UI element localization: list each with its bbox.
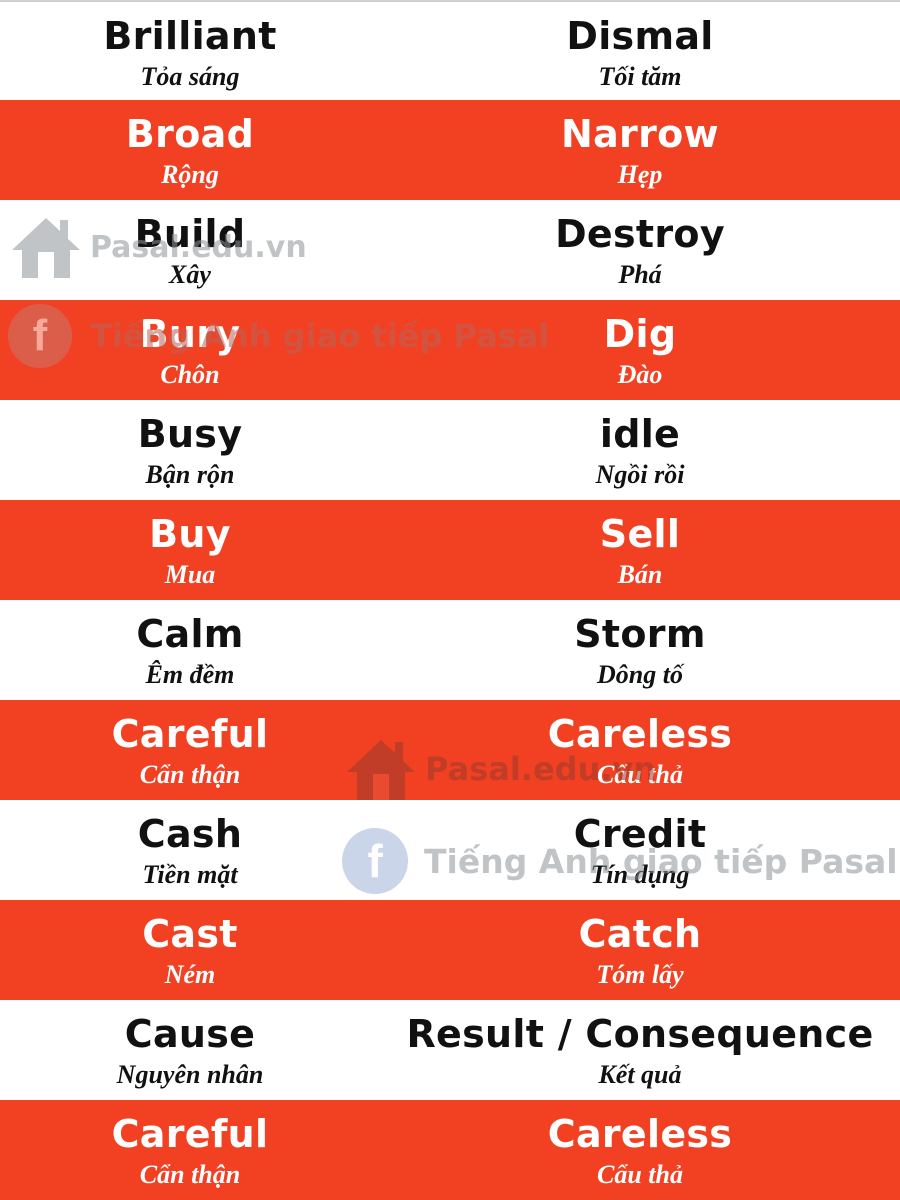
left-vietnamese-meaning: Bận rộn — [145, 460, 235, 489]
right-cell: Sell Bán — [380, 500, 900, 600]
right-vietnamese-meaning: Đào — [617, 360, 663, 389]
right-cell: Dig Đào — [380, 300, 900, 400]
right-cell: Result / Consequence Kết quả — [380, 1000, 900, 1100]
left-english-word: Build — [134, 212, 246, 256]
right-english-word: Dismal — [566, 14, 714, 58]
left-cell: Calm Êm đềm — [0, 600, 380, 700]
right-cell: Careless Cẩu thả — [380, 1100, 900, 1200]
right-vietnamese-meaning: Dông tố — [597, 660, 683, 689]
left-english-word: Bury — [139, 312, 241, 356]
right-vietnamese-meaning: Tóm lấy — [596, 960, 684, 989]
right-vietnamese-meaning: Tín dụng — [590, 860, 690, 889]
left-cell: Cash Tiền mặt — [0, 800, 380, 900]
vocab-row: Build Xây Destroy Phá — [0, 200, 900, 300]
vocab-row: Cast Ném Catch Tóm lấy — [0, 900, 900, 1000]
right-english-word: Careless — [547, 712, 733, 756]
left-vietnamese-meaning: Cẩn thận — [139, 760, 241, 789]
vocab-row: Cause Nguyên nhân Result / Consequence Kết … — [0, 1000, 900, 1100]
vocab-row: Buy Mua Sell Bán — [0, 500, 900, 600]
right-english-word: Dig — [603, 312, 677, 356]
vocab-row: Bury Chôn Dig Đào — [0, 300, 900, 400]
right-cell: Dismal Tối tăm — [380, 2, 900, 102]
right-english-word: Destroy — [555, 212, 725, 256]
right-vietnamese-meaning: Bán — [617, 560, 663, 589]
left-cell: Busy Bận rộn — [0, 400, 380, 500]
right-english-word: Result / Consequence — [406, 1012, 874, 1056]
vocab-row: Careful Cẩn thận Careless Cẩu thả — [0, 1100, 900, 1200]
left-english-word: Cast — [142, 912, 238, 956]
left-vietnamese-meaning: Tỏa sáng — [140, 62, 240, 91]
left-vietnamese-meaning: Êm đềm — [145, 660, 235, 689]
vocab-row: Cash Tiền mặt Credit Tín dụng — [0, 800, 900, 900]
vocab-row: Careful Cẩn thận Careless Cẩu thả — [0, 700, 900, 800]
vocab-row: Calm Êm đềm Storm Dông tố — [0, 600, 900, 700]
vocab-row: Brilliant Tỏa sáng Dismal Tối tăm — [0, 0, 900, 100]
right-cell: Credit Tín dụng — [380, 800, 900, 900]
left-cell: Bury Chôn — [0, 300, 380, 400]
vocab-row: Busy Bận rộn idle Ngồi rồi — [0, 400, 900, 500]
right-cell: Narrow Hẹp — [380, 100, 900, 200]
left-cell: Build Xây — [0, 200, 380, 300]
right-vietnamese-meaning: Cẩu thả — [597, 1160, 683, 1189]
left-cell: Brilliant Tỏa sáng — [0, 2, 380, 102]
right-vietnamese-meaning: Tối tăm — [598, 62, 682, 91]
right-cell: Catch Tóm lấy — [380, 900, 900, 1000]
left-cell: Careful Cẩn thận — [0, 1100, 380, 1200]
vocab-row: Broad Rộng Narrow Hẹp — [0, 100, 900, 200]
left-cell: Buy Mua — [0, 500, 380, 600]
left-vietnamese-meaning: Cẩn thận — [139, 1160, 241, 1189]
right-cell: Storm Dông tố — [380, 600, 900, 700]
right-english-word: Narrow — [561, 112, 719, 156]
left-vietnamese-meaning: Rộng — [161, 160, 219, 189]
left-vietnamese-meaning: Tiền mặt — [142, 860, 238, 889]
right-english-word: idle — [599, 412, 681, 456]
left-english-word: Calm — [136, 612, 244, 656]
left-vietnamese-meaning: Nguyên nhân — [116, 1060, 264, 1089]
left-vietnamese-meaning: Mua — [164, 560, 216, 589]
left-english-word: Broad — [125, 112, 255, 156]
left-english-word: Buy — [149, 512, 231, 556]
left-cell: Cause Nguyên nhân — [0, 1000, 380, 1100]
right-cell: Destroy Phá — [380, 200, 900, 300]
vocabulary-table: Brilliant Tỏa sáng Dismal Tối tăm Broad Rộng N… — [0, 0, 900, 1200]
left-cell: Cast Ném — [0, 900, 380, 1000]
right-cell: Careless Cẩu thả — [380, 700, 900, 800]
left-cell: Careful Cẩn thận — [0, 700, 380, 800]
left-vietnamese-meaning: Chôn — [160, 360, 220, 389]
right-english-word: Storm — [574, 612, 706, 656]
right-english-word: Catch — [578, 912, 702, 956]
right-vietnamese-meaning: Cẩu thả — [597, 760, 683, 789]
left-english-word: Cash — [137, 812, 243, 856]
left-english-word: Cause — [124, 1012, 256, 1056]
left-english-word: Careful — [111, 712, 269, 756]
right-vietnamese-meaning: Phá — [618, 260, 662, 289]
right-cell: idle Ngồi rồi — [380, 400, 900, 500]
left-english-word: Careful — [111, 1112, 269, 1156]
left-cell: Broad Rộng — [0, 100, 380, 200]
right-vietnamese-meaning: Kết quả — [598, 1060, 682, 1089]
right-english-word: Sell — [599, 512, 681, 556]
right-english-word: Credit — [573, 812, 707, 856]
left-vietnamese-meaning: Ném — [164, 960, 216, 989]
right-english-word: Careless — [547, 1112, 733, 1156]
left-english-word: Busy — [137, 412, 243, 456]
left-vietnamese-meaning: Xây — [169, 260, 211, 289]
left-english-word: Brilliant — [103, 14, 277, 58]
right-vietnamese-meaning: Hẹp — [617, 160, 663, 189]
right-vietnamese-meaning: Ngồi rồi — [595, 460, 685, 489]
